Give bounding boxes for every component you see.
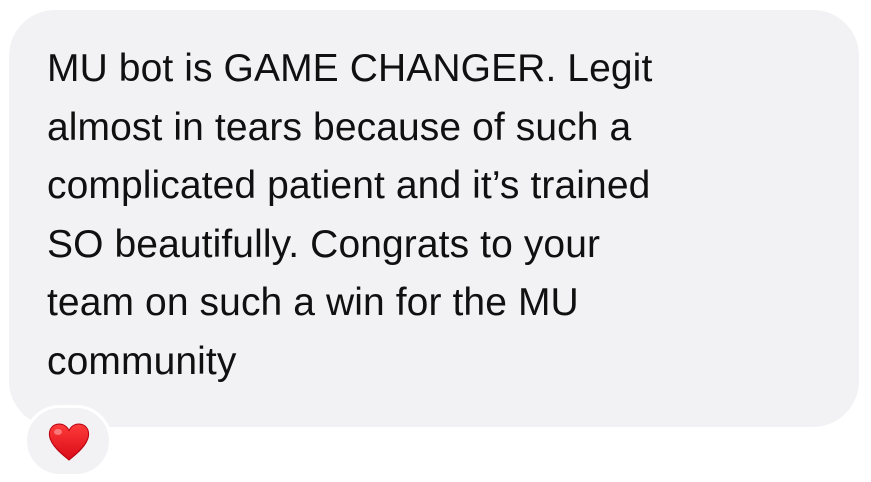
message-text: MU bot is GAME CHANGER. Legit almost in … (47, 40, 825, 391)
message-line: team on such a win for the MU (47, 281, 579, 324)
message-bubble[interactable]: MU bot is GAME CHANGER. Legit almost in … (9, 10, 859, 427)
heart-icon (48, 423, 90, 461)
message-line: MU bot is GAME CHANGER. Legit (47, 47, 653, 90)
message-line: almost in tears because of such a (47, 105, 632, 149)
message-line: complicated patient and it’s trained (47, 164, 651, 207)
message-line: SO beautifully. Congrats to your (47, 222, 601, 266)
reaction-badge[interactable] (24, 405, 112, 477)
message-line: community (47, 339, 237, 383)
